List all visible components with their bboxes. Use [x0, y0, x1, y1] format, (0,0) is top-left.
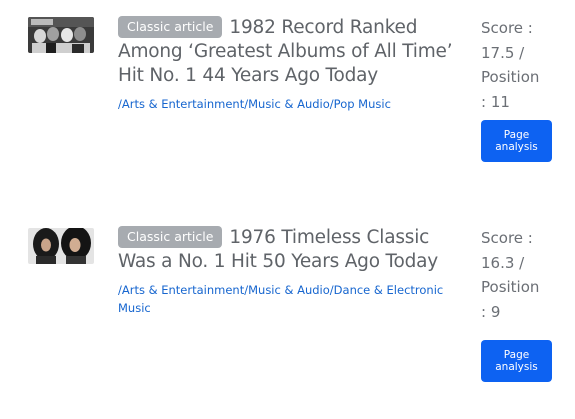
score-value: 16.3 / — [481, 253, 525, 272]
page-analysis-button[interactable]: Page analysis — [481, 120, 552, 162]
article-thumbnail[interactable] — [28, 228, 94, 264]
page-analysis-button[interactable]: Page analysis — [481, 340, 552, 382]
score-panel: Score : 17.5 / Position : 11 Page analys… — [481, 16, 561, 162]
article-thumbnail[interactable] — [28, 17, 94, 53]
article-heading: Classic article 1982 Record Ranked Among … — [118, 16, 463, 88]
score-value: 17.5 / — [481, 43, 525, 62]
classic-article-badge: Classic article — [118, 16, 223, 38]
position-label: Position — [481, 68, 540, 86]
score-label: Score : — [481, 19, 533, 37]
position-label: Position — [481, 278, 540, 296]
article-body: Classic article 1982 Record Ranked Among … — [118, 16, 463, 113]
position-value: : 9 — [481, 302, 501, 321]
classic-article-badge: Classic article — [118, 226, 223, 248]
category-link[interactable]: /Arts & Entertainment/Music & Audio/Danc… — [118, 281, 463, 317]
article-body: Classic article 1976 Timeless Classic Was… — [118, 226, 463, 317]
category-link[interactable]: /Arts & Entertainment/Music & Audio/Pop … — [118, 95, 463, 113]
position-value: : 11 — [481, 92, 510, 111]
score-panel: Score : 16.3 / Position : 9 Page analysi… — [481, 226, 561, 382]
article-heading: Classic article 1976 Timeless Classic Was… — [118, 226, 463, 274]
score-label: Score : — [481, 229, 533, 247]
